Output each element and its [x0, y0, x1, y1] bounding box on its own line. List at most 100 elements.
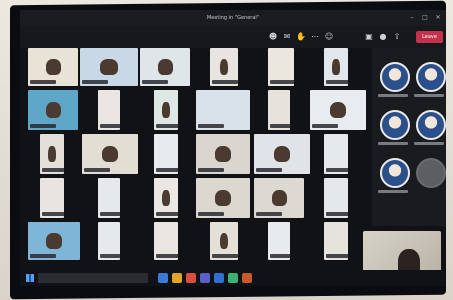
participant-name	[326, 212, 348, 216]
participant-tile[interactable]	[196, 178, 250, 218]
participant-tile[interactable]	[98, 178, 120, 218]
participant-name	[82, 80, 108, 84]
teams-icon[interactable]	[200, 273, 210, 283]
participant-name	[312, 124, 338, 128]
mic-icon[interactable]: ●	[378, 32, 388, 42]
participant-name	[156, 168, 178, 172]
participant-name	[256, 212, 282, 216]
participant-avatar[interactable]	[416, 110, 446, 140]
raise-hand-icon[interactable]: ✋	[296, 32, 306, 42]
reactions-icon[interactable]: ☺	[324, 32, 334, 42]
meeting-toolbar: ☻ ✉ ✋ ⋯ ☺ ▣ ● ⇧ Leave	[20, 26, 446, 48]
participants-sidebar	[372, 48, 446, 226]
participant-video	[157, 59, 173, 75]
participant-name	[42, 168, 64, 172]
participant-video	[45, 59, 61, 75]
participant-name	[84, 168, 110, 172]
participant-video	[162, 190, 170, 206]
participant-tile[interactable]	[40, 134, 64, 174]
more-icon[interactable]: ⋯	[310, 32, 320, 42]
participant-name	[30, 124, 56, 128]
word-icon[interactable]	[214, 273, 224, 283]
participant-name	[270, 80, 294, 84]
participant-name	[42, 212, 64, 216]
participant-video	[48, 146, 56, 162]
participant-tile[interactable]	[324, 134, 348, 174]
participant-tile[interactable]	[324, 222, 348, 260]
participant-tile[interactable]	[210, 48, 238, 86]
participant-video	[214, 146, 232, 162]
camera-icon[interactable]: ▣	[364, 32, 374, 42]
windows-start-icon[interactable]	[26, 274, 34, 282]
participant-tile[interactable]	[310, 90, 366, 130]
participant-tile[interactable]	[324, 178, 348, 218]
participant-tile[interactable]	[140, 48, 190, 86]
maximize-icon[interactable]: □	[419, 10, 431, 26]
chat-icon[interactable]: ✉	[282, 32, 292, 42]
excel-icon[interactable]	[228, 273, 238, 283]
participant-video	[46, 233, 62, 249]
edge-icon[interactable]	[158, 273, 168, 283]
participant-video	[219, 59, 229, 75]
share-icon[interactable]: ⇧	[392, 32, 402, 42]
file-explorer-icon[interactable]	[172, 273, 182, 283]
people-icon[interactable]: ☻	[268, 32, 278, 42]
participant-tile[interactable]	[154, 90, 178, 130]
participant-tile[interactable]	[268, 90, 290, 130]
participant-tile[interactable]	[154, 178, 178, 218]
participant-tile[interactable]	[28, 222, 80, 260]
participant-tile[interactable]	[98, 222, 120, 260]
participant-tile[interactable]	[98, 90, 120, 130]
close-icon[interactable]: ✕	[432, 10, 444, 26]
window-title: Meeting in "General"	[206, 15, 260, 21]
participant-label	[414, 142, 444, 145]
participant-tile[interactable]	[40, 178, 64, 218]
participant-name	[198, 212, 224, 216]
windows-taskbar	[20, 270, 446, 286]
participant-video	[273, 146, 291, 162]
participant-name	[212, 80, 238, 84]
more-participants-icon[interactable]	[416, 158, 446, 188]
participant-tile[interactable]	[28, 90, 78, 130]
participant-tile[interactable]	[154, 222, 178, 260]
participant-tile[interactable]	[254, 178, 304, 218]
participant-video	[101, 146, 119, 162]
participant-name	[156, 254, 178, 258]
participant-video	[45, 102, 61, 118]
participant-name	[326, 168, 348, 172]
participant-video	[219, 233, 229, 249]
screen: Meeting in "General" – □ ✕ ☻ ✉ ✋ ⋯ ☺ ▣ ●…	[20, 10, 446, 286]
participant-name	[100, 212, 120, 216]
participant-video	[214, 190, 232, 206]
powerpoint-icon[interactable]	[242, 273, 252, 283]
participant-label	[378, 142, 408, 145]
participant-video	[332, 59, 340, 75]
leave-button[interactable]: Leave	[416, 31, 443, 43]
participant-avatar[interactable]	[416, 62, 446, 92]
participant-video	[329, 102, 347, 118]
participant-name	[30, 254, 56, 258]
participant-video	[100, 59, 118, 75]
participant-avatar[interactable]	[380, 110, 410, 140]
participant-avatar[interactable]	[380, 158, 410, 188]
participant-tile[interactable]	[80, 48, 138, 86]
participant-name	[100, 124, 120, 128]
participant-tile[interactable]	[268, 48, 294, 86]
participant-tile[interactable]	[324, 48, 348, 86]
participant-name	[198, 124, 224, 128]
participant-tile[interactable]	[210, 222, 238, 260]
participant-name	[212, 254, 238, 258]
participant-tile[interactable]	[154, 134, 178, 174]
participant-tile[interactable]	[254, 134, 310, 174]
participant-tile[interactable]	[82, 134, 138, 174]
taskbar-search-input[interactable]	[38, 273, 148, 283]
participant-tile[interactable]	[196, 134, 250, 174]
chrome-icon[interactable]	[186, 273, 196, 283]
participant-tile[interactable]	[28, 48, 78, 86]
participant-avatar[interactable]	[380, 62, 410, 92]
participant-tile[interactable]	[268, 222, 290, 260]
participant-label	[378, 190, 408, 193]
participant-video	[271, 190, 287, 206]
participant-tile[interactable]	[196, 90, 250, 130]
minimize-icon[interactable]: –	[406, 10, 418, 26]
